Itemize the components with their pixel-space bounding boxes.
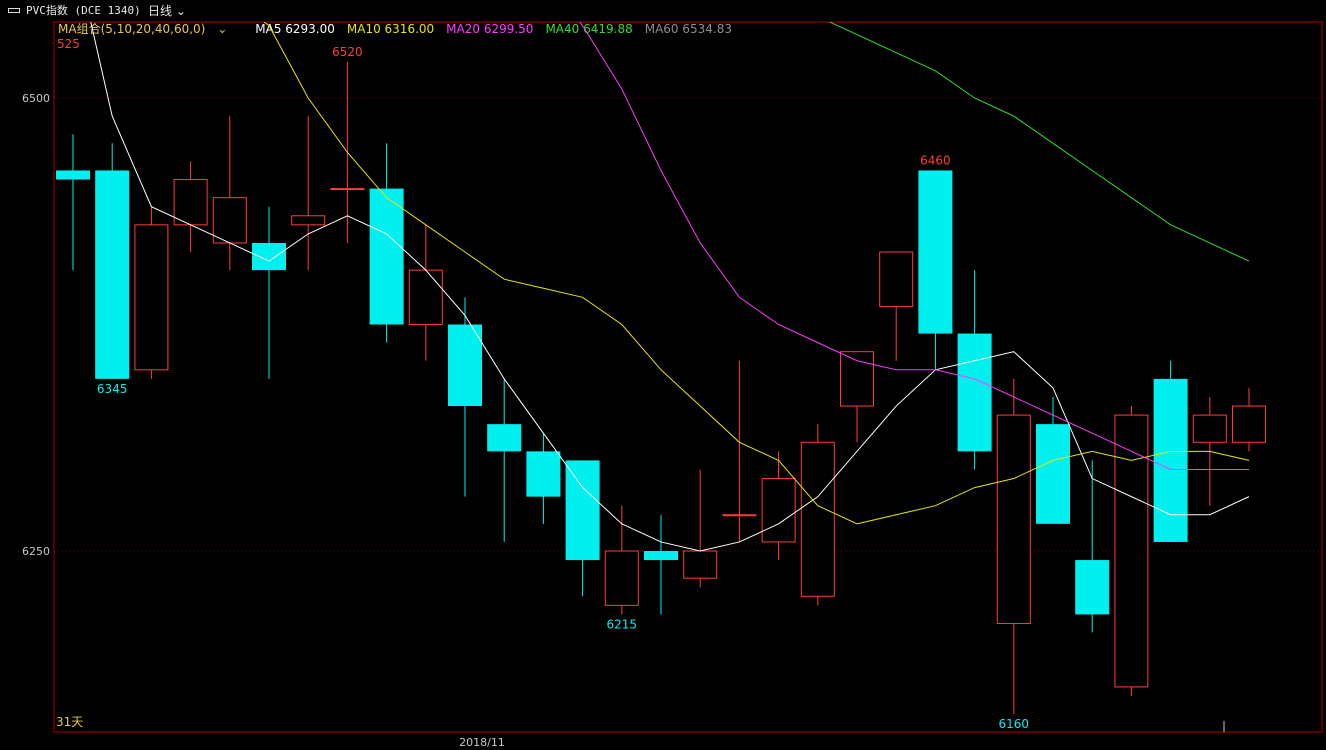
kline-chart[interactable]: 6500 6250 6345 6520 6215 6460 6160 525 31天 2018/1… — [0, 0, 1326, 750]
candle-body — [840, 351, 874, 407]
candle-body — [722, 514, 757, 517]
candle-body — [526, 451, 561, 497]
ma-line-ma5 — [90, 22, 1250, 552]
candle-body — [918, 170, 953, 334]
candle-body — [1036, 424, 1070, 524]
candle-body — [761, 478, 796, 543]
candle-body — [56, 170, 90, 180]
y-tick-label: 6250 — [22, 545, 50, 558]
candle-body — [487, 424, 522, 452]
candle-body — [212, 197, 247, 244]
candle-body — [1075, 560, 1110, 615]
candle-body — [134, 224, 169, 371]
candle-body — [957, 333, 992, 452]
candle-body — [644, 551, 678, 561]
candle-body — [95, 170, 130, 379]
candle-body — [604, 550, 639, 606]
candle-body — [1192, 414, 1227, 443]
price-annotation: 6460 — [920, 153, 951, 167]
candle-body — [408, 269, 443, 326]
candle-body — [565, 460, 600, 561]
price-annotation: 6160 — [999, 717, 1030, 731]
truncated-high-label: 525 — [57, 37, 80, 51]
days-count-label: 31天 — [56, 715, 83, 729]
candle-body — [683, 550, 718, 579]
candle-body — [330, 188, 365, 191]
candle-body — [1114, 414, 1149, 688]
y-tick-label: 6500 — [22, 92, 50, 105]
x-axis-label: 2018/11 — [459, 736, 505, 749]
ma-line-ma40 — [828, 22, 1250, 262]
candle-body — [369, 188, 404, 325]
candle-body — [291, 215, 326, 226]
price-annotation: 6345 — [97, 382, 128, 396]
candle-body — [879, 251, 914, 307]
candle-body — [1232, 405, 1266, 443]
price-annotation: 6215 — [607, 617, 638, 631]
candle-body — [996, 414, 1031, 624]
price-annotation: 6520 — [332, 45, 363, 59]
candle-body — [1153, 378, 1188, 542]
ma-line-ma20 — [578, 22, 1249, 470]
candle-body — [448, 324, 482, 407]
candle-body — [173, 179, 208, 226]
candle-body — [800, 441, 835, 597]
candle-body — [252, 242, 286, 271]
